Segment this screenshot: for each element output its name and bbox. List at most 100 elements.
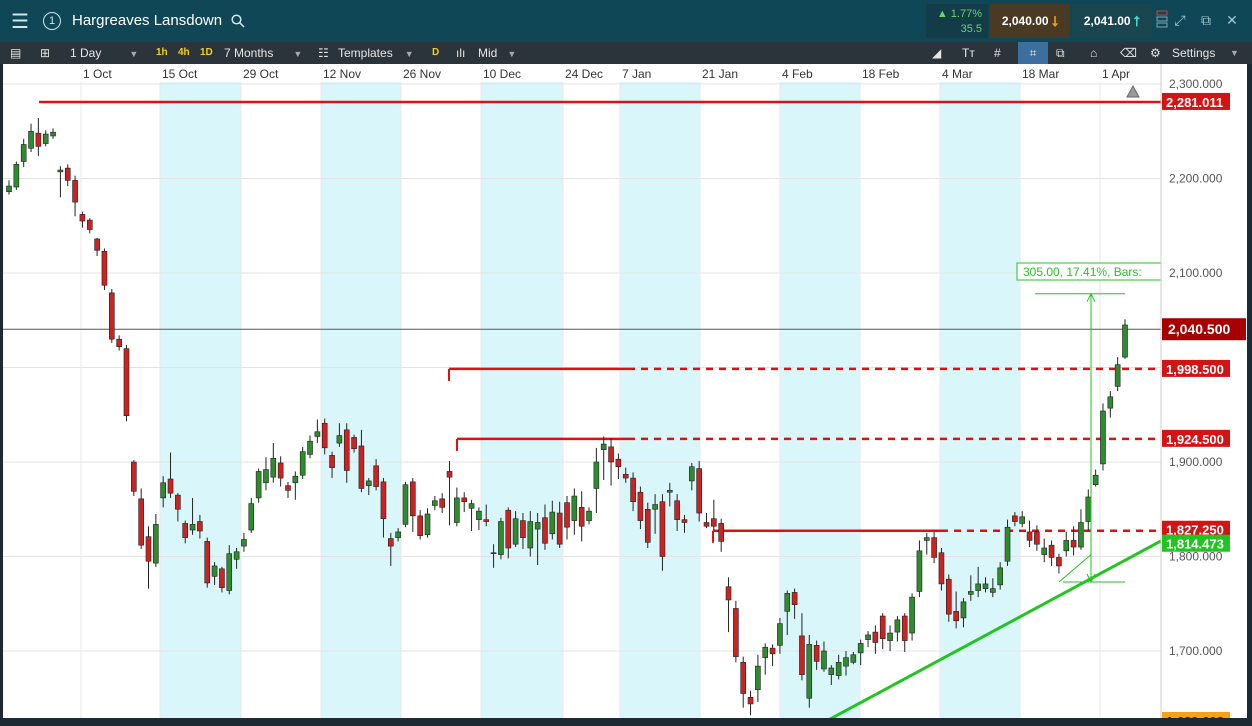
candle bbox=[600, 436, 607, 480]
candle-body bbox=[204, 541, 211, 584]
candle-body bbox=[571, 495, 578, 521]
d-badge[interactable]: D bbox=[432, 42, 439, 64]
price-mode-select[interactable]: Mid ▼ bbox=[478, 42, 522, 64]
candle bbox=[1034, 525, 1040, 551]
candle bbox=[461, 492, 468, 513]
indicator-icon[interactable]: ⌂ bbox=[1090, 42, 1097, 64]
candle bbox=[718, 518, 724, 552]
chevron-down-icon[interactable]: ▼ bbox=[1230, 42, 1239, 64]
candle bbox=[916, 540, 923, 598]
buy-button[interactable]: 2,041.00 ⭡ bbox=[1072, 4, 1152, 38]
candle-body bbox=[975, 583, 981, 591]
interval-1d[interactable]: 1D bbox=[200, 42, 213, 64]
price-label-text: 1,814.473 bbox=[1166, 537, 1224, 552]
candle-body bbox=[505, 509, 512, 549]
candle bbox=[72, 175, 78, 217]
candle-body bbox=[182, 523, 189, 538]
candle bbox=[86, 218, 93, 234]
eraser-icon[interactable]: ⌫ bbox=[1120, 42, 1137, 64]
candle-body bbox=[600, 443, 607, 451]
candle-body bbox=[843, 657, 849, 667]
interval-1h[interactable]: 1h bbox=[156, 42, 168, 64]
panel-icon[interactable]: ▤ bbox=[10, 42, 21, 64]
price-chart[interactable]: 1 Oct 15 Oct 29 Oct 12 Nov 26 Nov 10 Dec 24 De… bbox=[3, 64, 1247, 726]
candle bbox=[64, 164, 71, 187]
x-tick-label: 7 Jan bbox=[622, 67, 651, 81]
close-icon[interactable]: ✕ bbox=[1222, 10, 1242, 30]
candle bbox=[6, 180, 12, 195]
current-price-label: 2,040.500 bbox=[1162, 318, 1246, 341]
candle bbox=[454, 487, 460, 527]
candle-body bbox=[872, 631, 879, 643]
grid-icon[interactable]: # bbox=[994, 42, 1001, 64]
candle bbox=[806, 634, 813, 708]
popout-icon[interactable]: ⧉ bbox=[1196, 10, 1216, 30]
price-label-text: 2,281.011 bbox=[1166, 95, 1223, 110]
draw-icon[interactable]: ◢ bbox=[932, 42, 941, 64]
expand-icon[interactable]: ⤢ bbox=[1170, 10, 1190, 30]
candle bbox=[299, 446, 306, 480]
y-axis: 2,300.0002,200.0002,100.0002,000.0001,90… bbox=[1160, 64, 1246, 726]
x-tick-label: 10 Dec bbox=[483, 67, 521, 81]
candle-body bbox=[622, 473, 629, 479]
gear-icon[interactable]: ⚙ bbox=[1150, 42, 1161, 64]
candle bbox=[703, 513, 710, 529]
search-icon[interactable] bbox=[228, 6, 248, 36]
candle-body bbox=[879, 615, 886, 640]
candle-body bbox=[321, 422, 328, 449]
candle-body bbox=[718, 523, 724, 542]
crosshair-icon[interactable]: ⌗ bbox=[1018, 42, 1048, 64]
templates-button[interactable]: Templates ▼ bbox=[338, 42, 418, 64]
candle-body bbox=[116, 338, 122, 348]
candle-body bbox=[637, 491, 644, 521]
date-band bbox=[780, 64, 860, 718]
level-label: 2,281.011 bbox=[1162, 92, 1230, 110]
candle-body bbox=[1122, 324, 1128, 358]
candle-body bbox=[476, 510, 482, 520]
sell-button[interactable]: 2,040.00 ⭣ bbox=[990, 4, 1070, 38]
chart-panel[interactable]: 1 Oct 15 Oct 29 Oct 12 Nov 26 Nov 10 Dec 24 De… bbox=[3, 64, 1247, 726]
layout-icon[interactable]: ⊞ bbox=[40, 42, 50, 64]
candle-body bbox=[887, 632, 893, 641]
measure-label: 305.00, 17.41%, Bars: bbox=[1023, 265, 1142, 279]
chevron-down-icon: ▼ bbox=[129, 49, 139, 59]
candles-icon[interactable]: ılı bbox=[456, 42, 465, 64]
settings-button[interactable]: Settings bbox=[1172, 42, 1215, 64]
candle-body bbox=[696, 468, 702, 514]
candle bbox=[1041, 538, 1048, 563]
scroll-marker-icon bbox=[1126, 84, 1140, 98]
interval-4h[interactable]: 4h bbox=[178, 42, 190, 64]
candle-body bbox=[189, 524, 196, 531]
candle-body bbox=[711, 518, 717, 527]
candle-body bbox=[1034, 531, 1040, 545]
signal-bars-icon bbox=[1152, 10, 1172, 30]
candle-body bbox=[945, 578, 952, 615]
info-badge: 1 bbox=[43, 12, 61, 30]
text-icon[interactable]: Tт bbox=[962, 42, 975, 64]
measure-diagonal bbox=[1058, 554, 1092, 583]
info-icon[interactable]: 1 bbox=[40, 6, 64, 36]
candle-body bbox=[608, 446, 614, 463]
templates-icon[interactable]: ☷ bbox=[318, 42, 329, 64]
menu-icon[interactable]: ☰ bbox=[6, 6, 34, 36]
candle-body bbox=[13, 164, 20, 188]
candle-body bbox=[101, 250, 108, 286]
candle bbox=[608, 438, 614, 486]
instrument-title[interactable]: Hargreaves Lansdown bbox=[72, 12, 222, 29]
candle bbox=[94, 238, 100, 256]
date-band bbox=[160, 64, 241, 718]
candle-body bbox=[644, 508, 651, 543]
candle-body bbox=[755, 665, 761, 691]
candle-body bbox=[461, 497, 468, 502]
orange-price-label: 1,629.602 bbox=[1162, 711, 1230, 726]
candle-body bbox=[131, 461, 137, 492]
candle bbox=[468, 499, 475, 531]
candle-body bbox=[241, 539, 247, 547]
range-select[interactable]: 7 Months ▼ bbox=[224, 42, 308, 64]
interval-select[interactable]: 1 Day ▼ bbox=[70, 42, 148, 64]
clone-icon[interactable]: ⧉ bbox=[1056, 42, 1065, 64]
candle-body bbox=[336, 435, 343, 444]
candle bbox=[241, 532, 247, 552]
candle bbox=[285, 481, 291, 498]
y-tick-label: 2,300.000 bbox=[1169, 77, 1223, 91]
